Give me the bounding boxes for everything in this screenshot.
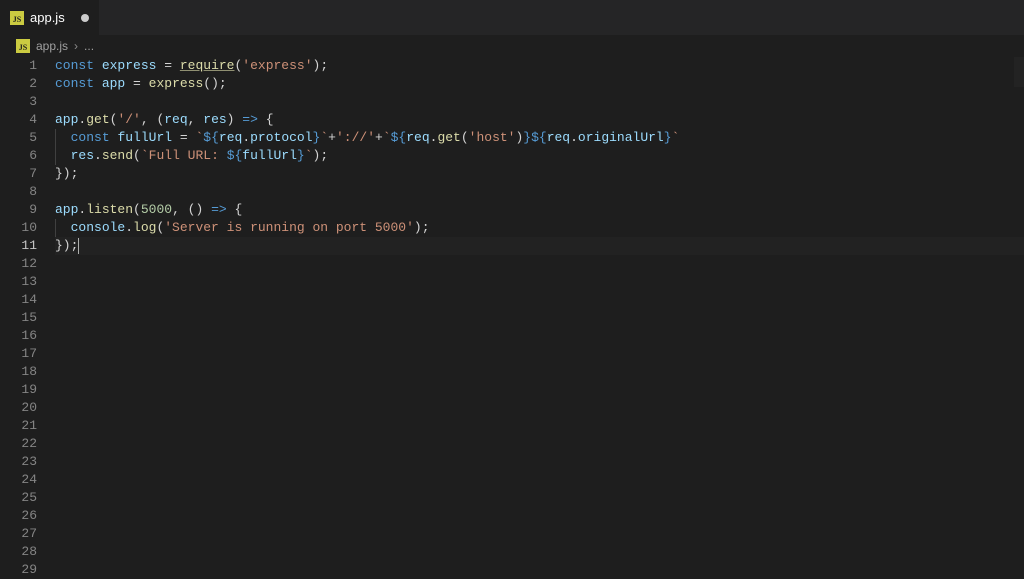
line-number: 19	[0, 381, 37, 399]
code-line[interactable]: const fullUrl = `${req.protocol}`+'://'+…	[55, 129, 1024, 147]
code-line[interactable]: console.log('Server is running on port 5…	[55, 219, 1024, 237]
code-line[interactable]	[55, 363, 1024, 381]
code-line[interactable]: });	[55, 237, 1024, 255]
line-number: 11	[0, 237, 37, 255]
line-number: 6	[0, 147, 37, 165]
code-line[interactable]	[55, 453, 1024, 471]
tab-appjs[interactable]: JS app.js	[0, 0, 100, 35]
code-line[interactable]: });	[55, 165, 1024, 183]
unsaved-dot-icon	[81, 14, 89, 22]
line-number: 13	[0, 273, 37, 291]
line-number: 28	[0, 543, 37, 561]
code-line[interactable]	[55, 345, 1024, 363]
code-line[interactable]	[55, 399, 1024, 417]
line-number: 27	[0, 525, 37, 543]
line-number: 16	[0, 327, 37, 345]
line-number: 17	[0, 345, 37, 363]
code-line[interactable]	[55, 489, 1024, 507]
js-file-icon: JS	[16, 39, 30, 53]
code-line[interactable]	[55, 543, 1024, 561]
code-line[interactable]: app.listen(5000, () => {	[55, 201, 1024, 219]
editor[interactable]: 1234567891011121314151617181920212223242…	[0, 57, 1024, 538]
code-line[interactable]	[55, 183, 1024, 201]
line-number: 14	[0, 291, 37, 309]
line-number-gutter: 1234567891011121314151617181920212223242…	[0, 57, 55, 538]
line-number: 25	[0, 489, 37, 507]
code-line[interactable]	[55, 417, 1024, 435]
code-line[interactable]	[55, 255, 1024, 273]
code-line[interactable]	[55, 291, 1024, 309]
code-line[interactable]: app.get('/', (req, res) => {	[55, 111, 1024, 129]
minimap[interactable]	[1014, 57, 1024, 87]
line-number: 2	[0, 75, 37, 93]
code-line[interactable]	[55, 507, 1024, 525]
js-file-icon: JS	[10, 11, 24, 25]
code-line[interactable]	[55, 435, 1024, 453]
breadcrumb-tail: ...	[84, 39, 94, 53]
code-line[interactable]	[55, 561, 1024, 579]
line-number: 4	[0, 111, 37, 129]
line-number: 1	[0, 57, 37, 75]
line-number: 20	[0, 399, 37, 417]
line-number: 3	[0, 93, 37, 111]
line-number: 9	[0, 201, 37, 219]
line-number: 18	[0, 363, 37, 381]
text-cursor	[78, 238, 79, 254]
line-number: 15	[0, 309, 37, 327]
code-line[interactable]	[55, 471, 1024, 489]
line-number: 5	[0, 129, 37, 147]
line-number: 29	[0, 561, 37, 579]
line-number: 24	[0, 471, 37, 489]
line-number: 26	[0, 507, 37, 525]
svg-text:JS: JS	[19, 43, 28, 52]
tab-bar: JS app.js	[0, 0, 1024, 35]
tab-label: app.js	[30, 10, 65, 25]
code-line[interactable]	[55, 309, 1024, 327]
code-line[interactable]	[55, 273, 1024, 291]
code-area[interactable]: const express = require('express');const…	[55, 57, 1024, 538]
line-number: 23	[0, 453, 37, 471]
svg-text:JS: JS	[13, 15, 22, 24]
code-line[interactable]	[55, 525, 1024, 543]
chevron-right-icon: ›	[74, 39, 78, 53]
code-line[interactable]: const app = express();	[55, 75, 1024, 93]
line-number: 22	[0, 435, 37, 453]
code-line[interactable]	[55, 327, 1024, 345]
line-number: 8	[0, 183, 37, 201]
code-line[interactable]	[55, 93, 1024, 111]
line-number: 12	[0, 255, 37, 273]
line-number: 21	[0, 417, 37, 435]
code-line[interactable]	[55, 381, 1024, 399]
line-number: 7	[0, 165, 37, 183]
breadcrumb[interactable]: JS app.js › ...	[0, 35, 1024, 57]
breadcrumb-file: app.js	[36, 39, 68, 53]
line-number: 10	[0, 219, 37, 237]
code-line[interactable]: res.send(`Full URL: ${fullUrl}`);	[55, 147, 1024, 165]
code-line[interactable]: const express = require('express');	[55, 57, 1024, 75]
